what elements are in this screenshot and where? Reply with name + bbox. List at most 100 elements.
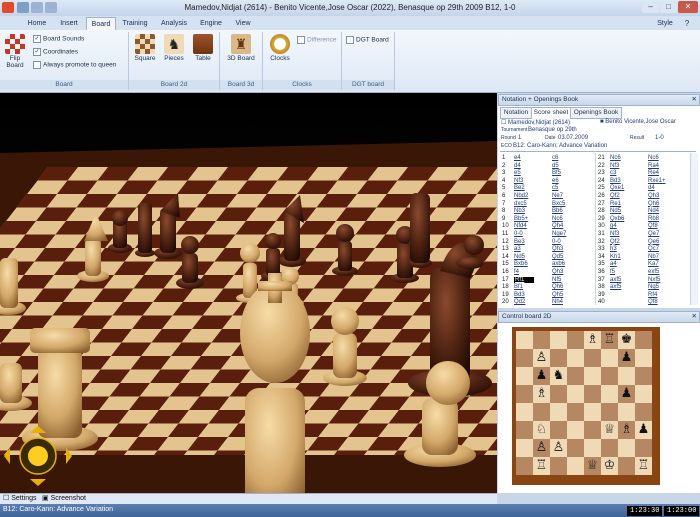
board3d-button[interactable]: ♜ 3D Board xyxy=(226,34,256,62)
black-move[interactable]: Qh3 xyxy=(552,269,563,275)
black-move[interactable]: d4 xyxy=(648,185,655,191)
square-button[interactable]: Square xyxy=(131,34,159,62)
black-move[interactable]: Rb8 xyxy=(648,216,659,222)
black-move[interactable]: Qe7 xyxy=(648,231,659,237)
white-move[interactable]: Re1 xyxy=(610,201,621,207)
board-square[interactable] xyxy=(584,403,601,421)
board-square[interactable] xyxy=(635,385,652,403)
black-move[interactable]: Ne7 xyxy=(552,193,563,199)
black-move[interactable]: Qf8 xyxy=(648,223,658,229)
board-square[interactable] xyxy=(567,367,584,385)
subtab-notation[interactable]: Notation xyxy=(500,107,532,119)
tab-insert[interactable]: Insert xyxy=(54,17,84,30)
white-move[interactable]: Bd3 xyxy=(610,178,621,184)
white-move[interactable]: Qd2 xyxy=(514,299,525,305)
board-square[interactable] xyxy=(567,403,584,421)
black-move[interactable]: Ng5 xyxy=(648,284,659,290)
black-move[interactable]: Nxf5 xyxy=(648,277,660,283)
tab-engine[interactable]: Engine xyxy=(196,17,226,30)
black-move[interactable]: Qh5 xyxy=(552,292,563,298)
black-move[interactable]: exf5 xyxy=(648,269,659,275)
black-move[interactable]: Nh4 xyxy=(552,299,563,305)
subtab-openings-book[interactable]: Openings Book xyxy=(570,107,622,119)
tab-home[interactable]: Home xyxy=(22,17,52,30)
white-move[interactable]: f4 xyxy=(514,269,519,275)
white-move[interactable]: Bxb6 xyxy=(514,261,528,267)
flip-board-button[interactable]: Flip Board xyxy=(3,34,27,69)
black-move[interactable]: Qd5 xyxy=(552,254,563,260)
board-sounds-checkbox[interactable]: ✓ Board Sounds xyxy=(33,35,84,43)
white-move[interactable]: Qxb6 xyxy=(610,216,624,222)
chess-piece[interactable]: ♟ xyxy=(533,367,550,385)
style-menu[interactable]: Style xyxy=(652,17,678,30)
black-move[interactable]: Re4 xyxy=(648,170,659,176)
black-move[interactable]: Qh6 xyxy=(552,284,563,290)
board-square[interactable] xyxy=(516,331,533,349)
board-square[interactable] xyxy=(635,439,652,457)
white-move[interactable]: Qf2 xyxy=(610,193,620,199)
board-square[interactable] xyxy=(550,457,567,475)
white-move[interactable]: axf5 xyxy=(610,284,621,290)
white-move[interactable]: a4 xyxy=(610,261,617,267)
chess-piece[interactable]: ♙ xyxy=(550,439,567,457)
chess-piece[interactable]: ♖ xyxy=(601,331,618,349)
board-square[interactable] xyxy=(516,385,533,403)
black-move[interactable]: Ra4 xyxy=(648,163,659,169)
black-move[interactable]: c5 xyxy=(552,185,558,191)
board-square[interactable] xyxy=(550,385,567,403)
board-square[interactable] xyxy=(516,349,533,367)
board-square[interactable] xyxy=(584,349,601,367)
help-icon[interactable]: ? xyxy=(680,17,694,30)
black-move[interactable]: Qf8 xyxy=(648,299,658,305)
board-square[interactable] xyxy=(618,439,635,457)
board-square[interactable] xyxy=(567,349,584,367)
panel-close-icon[interactable]: ✕ xyxy=(692,95,697,105)
black-move[interactable]: Nc6 xyxy=(648,155,659,161)
chess-piece[interactable]: ♖ xyxy=(533,457,550,475)
white-move[interactable]: Bb5+ xyxy=(514,216,528,222)
white-move[interactable]: f5 xyxy=(610,269,615,275)
black-move[interactable]: Qh4 xyxy=(552,223,563,229)
white-move[interactable]: Bd3 xyxy=(514,292,525,298)
board-3d-view[interactable] xyxy=(0,93,497,493)
black-move[interactable]: Nd4 xyxy=(648,208,659,214)
chess-piece[interactable]: ♗ xyxy=(584,331,601,349)
white-move[interactable]: Bf1 xyxy=(514,284,523,290)
board-square[interactable] xyxy=(584,439,601,457)
board-square[interactable] xyxy=(635,367,652,385)
black-move[interactable]: Qe6 xyxy=(648,239,659,245)
black-move[interactable]: Qh3 xyxy=(552,246,563,252)
white-move[interactable]: Nf3 xyxy=(610,163,619,169)
maximize-button[interactable]: □ xyxy=(660,1,677,13)
chess-piece[interactable]: ♙ xyxy=(533,439,550,457)
board-square[interactable] xyxy=(516,367,533,385)
board-square[interactable] xyxy=(567,439,584,457)
screenshot-tab[interactable]: ▣ Screenshot xyxy=(42,494,86,502)
settings-tab[interactable]: ☐ Settings xyxy=(3,494,37,502)
board-square[interactable] xyxy=(550,421,567,439)
white-move[interactable]: Nc6 xyxy=(610,155,621,161)
clocks-button[interactable]: Clocks xyxy=(266,34,294,62)
white-move[interactable]: 0-0 xyxy=(514,231,523,237)
chess-piece[interactable]: ♖ xyxy=(635,457,652,475)
board-square[interactable] xyxy=(601,349,618,367)
black-move[interactable]: Nb7 xyxy=(648,254,659,260)
board-square[interactable] xyxy=(567,421,584,439)
tab-training[interactable]: Training xyxy=(117,17,153,30)
chess-piece[interactable]: ♔ xyxy=(601,457,618,475)
board-square[interactable] xyxy=(567,385,584,403)
white-move[interactable]: g4 xyxy=(610,223,617,229)
black-move[interactable]: Nge7 xyxy=(552,231,566,237)
black-move[interactable]: Rxe1+ xyxy=(648,178,666,184)
board-square[interactable] xyxy=(550,349,567,367)
white-move[interactable]: Nf3 xyxy=(610,231,619,237)
white-move[interactable]: Nbd2 xyxy=(514,193,528,199)
white-move[interactable]: Qf2 xyxy=(610,239,620,245)
black-move[interactable]: Bb6 xyxy=(552,208,563,214)
board-square[interactable] xyxy=(618,457,635,475)
white-move[interactable]: Be3 xyxy=(514,239,525,245)
white-move[interactable]: Be2 xyxy=(514,185,525,191)
chess-piece[interactable]: ♞ xyxy=(550,367,567,385)
board-square[interactable] xyxy=(584,421,601,439)
black-move[interactable]: Ka7 xyxy=(648,261,659,267)
